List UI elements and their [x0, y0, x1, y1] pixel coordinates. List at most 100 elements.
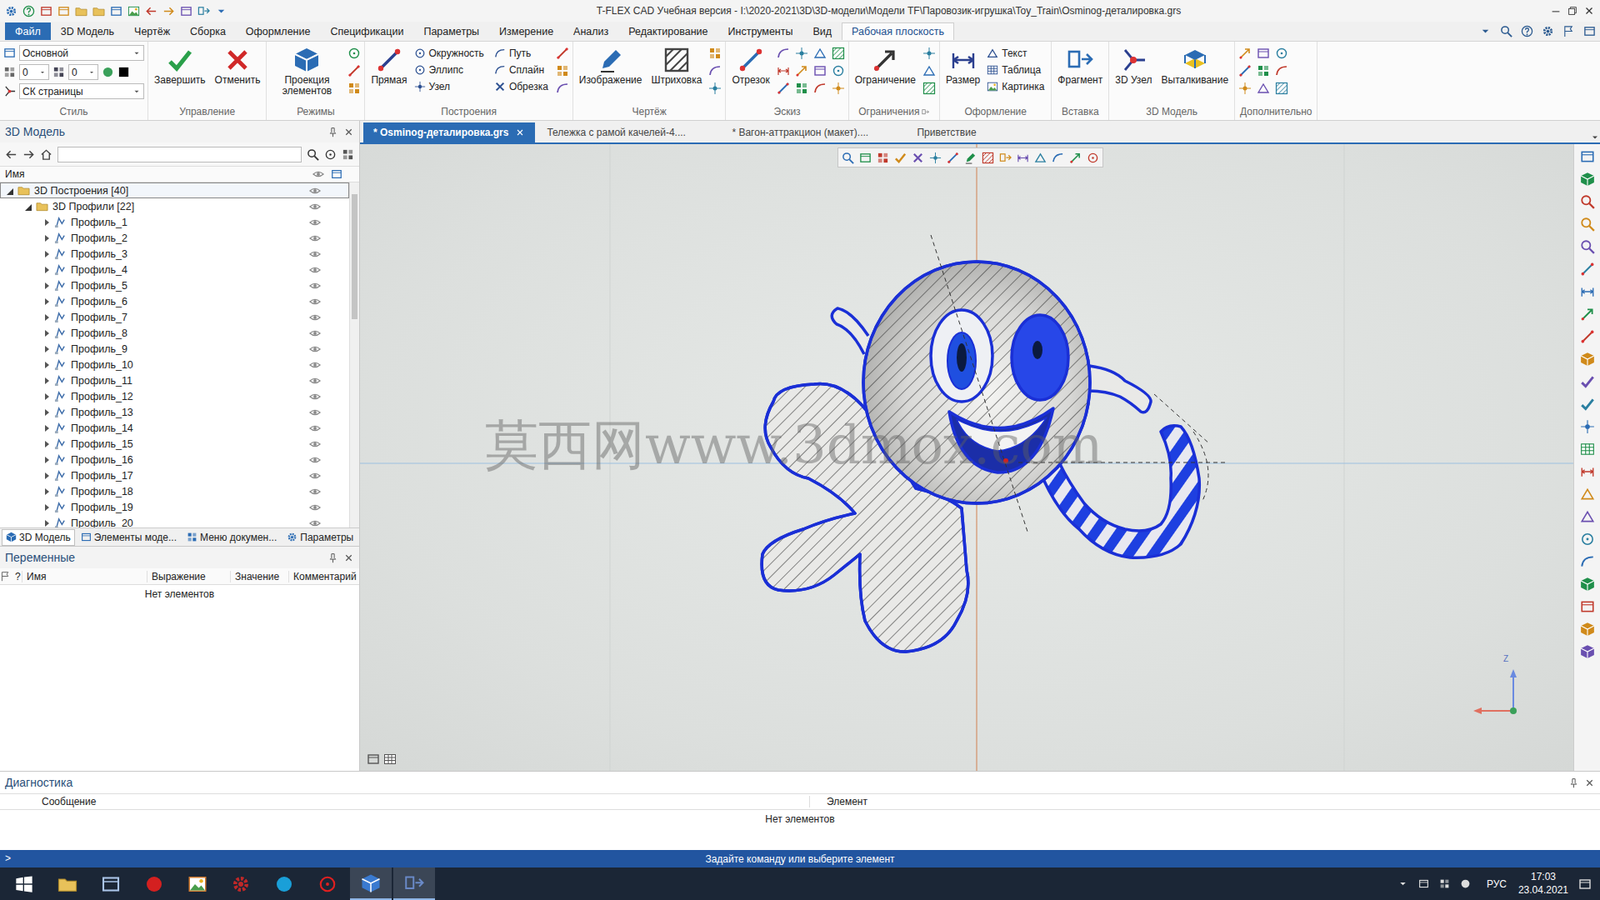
ribbon-tab[interactable]: 3D Модель	[50, 22, 125, 40]
view-cube-icon[interactable]	[1580, 351, 1595, 367]
tree-item[interactable]: Профиль_18	[0, 483, 350, 500]
expander[interactable]	[41, 423, 52, 434]
visibility-toggle[interactable]	[309, 485, 321, 498]
visibility-toggle[interactable]	[309, 248, 321, 260]
column-options-icon[interactable]	[330, 168, 343, 180]
tool-node-icon[interactable]	[708, 81, 722, 95]
visibility-toggle[interactable]	[309, 438, 321, 450]
quick-access-box-icon[interactable]	[57, 5, 70, 18]
view-dim-icon[interactable]	[1580, 464, 1595, 480]
taskbar-app[interactable]	[46, 867, 89, 900]
close-icon[interactable]	[343, 126, 355, 138]
panel-tab[interactable]: Элементы моде...	[76, 529, 181, 546]
caret-icon[interactable]	[132, 49, 141, 58]
ribbon-tab[interactable]: Вид	[802, 22, 842, 40]
ribbon-button[interactable]: 3D Узел	[1112, 45, 1155, 88]
tree-item[interactable]: 3D Построения [40]	[0, 182, 350, 199]
ribbon-tab[interactable]: Файл	[5, 22, 51, 40]
quick-access-help-icon[interactable]	[22, 5, 35, 18]
snap-box-icon[interactable]	[859, 151, 872, 165]
visibility-toggle[interactable]	[309, 359, 321, 371]
view-circ-icon[interactable]	[1580, 531, 1595, 547]
visibility-toggle[interactable]	[309, 517, 321, 529]
tree-item[interactable]: Профиль_20	[0, 515, 350, 528]
tool-grid-icon[interactable]	[555, 64, 570, 78]
view-arc-icon[interactable]	[1580, 554, 1595, 570]
expander[interactable]	[5, 185, 15, 196]
snap-pen-icon[interactable]	[964, 151, 977, 165]
document-tab[interactable]: Тележка с рамой качелей-4....	[536, 122, 720, 143]
layer-icon[interactable]	[3, 46, 16, 60]
quick-access-box-icon[interactable]	[110, 5, 123, 18]
quick-access-caret-icon[interactable]	[215, 5, 228, 18]
layer-dropdown[interactable]: Основной	[19, 45, 145, 61]
tool-arc-icon[interactable]	[708, 64, 722, 78]
ribbon-tab[interactable]: Чертёж	[124, 22, 180, 40]
gear-icon[interactable]	[1541, 25, 1555, 38]
taskbar-app[interactable]	[220, 867, 262, 900]
snap-hatch-icon[interactable]	[981, 151, 995, 165]
visibility-toggle[interactable]	[309, 454, 321, 466]
tool-node-icon[interactable]	[1238, 81, 1252, 95]
tool-arc-icon[interactable]	[813, 81, 827, 95]
scrollbar[interactable]	[349, 182, 360, 528]
taskbar-app[interactable]	[176, 867, 219, 900]
ribbon-tab[interactable]: Параметры	[413, 22, 490, 40]
visibility-toggle[interactable]	[309, 280, 321, 292]
expander[interactable]	[41, 502, 52, 513]
view-node-icon[interactable]	[1580, 419, 1595, 435]
visibility-toggle[interactable]	[309, 185, 321, 197]
view-check-icon[interactable]	[1580, 396, 1595, 412]
view-line-icon[interactable]	[1580, 261, 1595, 277]
tree-item[interactable]: Профиль_14	[0, 420, 350, 436]
visibility-toggle[interactable]	[309, 422, 321, 435]
expander[interactable]	[23, 201, 34, 212]
taskbar-app[interactable]	[133, 867, 175, 900]
snap-x-icon[interactable]	[911, 151, 925, 165]
ribbon-tab[interactable]: Редактирование	[618, 22, 718, 40]
tool-hatch-icon[interactable]	[922, 81, 936, 95]
view-line-icon[interactable]	[1580, 329, 1595, 345]
visibility-toggle[interactable]	[309, 216, 321, 229]
windows-logo-icon[interactable]	[15, 875, 34, 894]
view-cube-icon[interactable]	[1580, 644, 1595, 660]
tree-item[interactable]: Профиль_5	[0, 277, 350, 294]
search-icon[interactable]	[306, 148, 320, 161]
tray-dot-icon[interactable]	[1460, 878, 1471, 890]
layout-split-icon[interactable]	[383, 752, 397, 766]
close-icon[interactable]	[1583, 5, 1595, 17]
panel-tab[interactable]: Меню докумен...	[182, 529, 281, 546]
ribbon-tab[interactable]: Оформление	[235, 22, 321, 40]
snap-line-icon[interactable]	[946, 151, 960, 165]
ribbon-tab[interactable]: Анализ	[563, 22, 619, 40]
small-button[interactable]: Обрезка	[494, 78, 552, 95]
visibility-toggle[interactable]	[309, 200, 321, 213]
tab-list-icon[interactable]	[1590, 132, 1600, 143]
tree-item[interactable]: Профиль_9	[0, 340, 350, 357]
view-box-icon[interactable]	[1580, 599, 1595, 615]
octopus-body[interactable]	[761, 261, 1200, 652]
home-icon[interactable]	[40, 148, 53, 161]
snap-circ-icon[interactable]	[1086, 151, 1100, 165]
cs-dropdown[interactable]: СК страницы	[19, 83, 145, 100]
caret-icon[interactable]	[1479, 25, 1492, 38]
priority-icon[interactable]	[52, 65, 65, 79]
tree-item[interactable]: Профиль_3	[0, 245, 350, 262]
panel-tab[interactable]: 3D Модель	[1, 529, 75, 546]
tool-dim-icon[interactable]	[776, 64, 790, 78]
caret-icon[interactable]	[132, 87, 141, 96]
tool-hatch-icon[interactable]	[1275, 81, 1289, 95]
visibility-toggle[interactable]	[309, 501, 321, 514]
tool-grid-icon[interactable]	[347, 81, 361, 95]
tree-item[interactable]: Профиль_17	[0, 467, 350, 484]
view-check-icon[interactable]	[1580, 374, 1595, 390]
tree-item[interactable]: Профиль_10	[0, 356, 350, 373]
view-cube-icon[interactable]	[1580, 576, 1595, 592]
visibility-toggle[interactable]	[309, 390, 321, 403]
tool-line-icon[interactable]	[555, 46, 570, 60]
back-icon[interactable]	[5, 148, 18, 161]
tool-line-icon[interactable]	[776, 81, 790, 95]
visibility-toggle[interactable]	[309, 311, 321, 324]
expander[interactable]	[41, 312, 52, 323]
quick-access-left-icon[interactable]	[145, 5, 158, 18]
